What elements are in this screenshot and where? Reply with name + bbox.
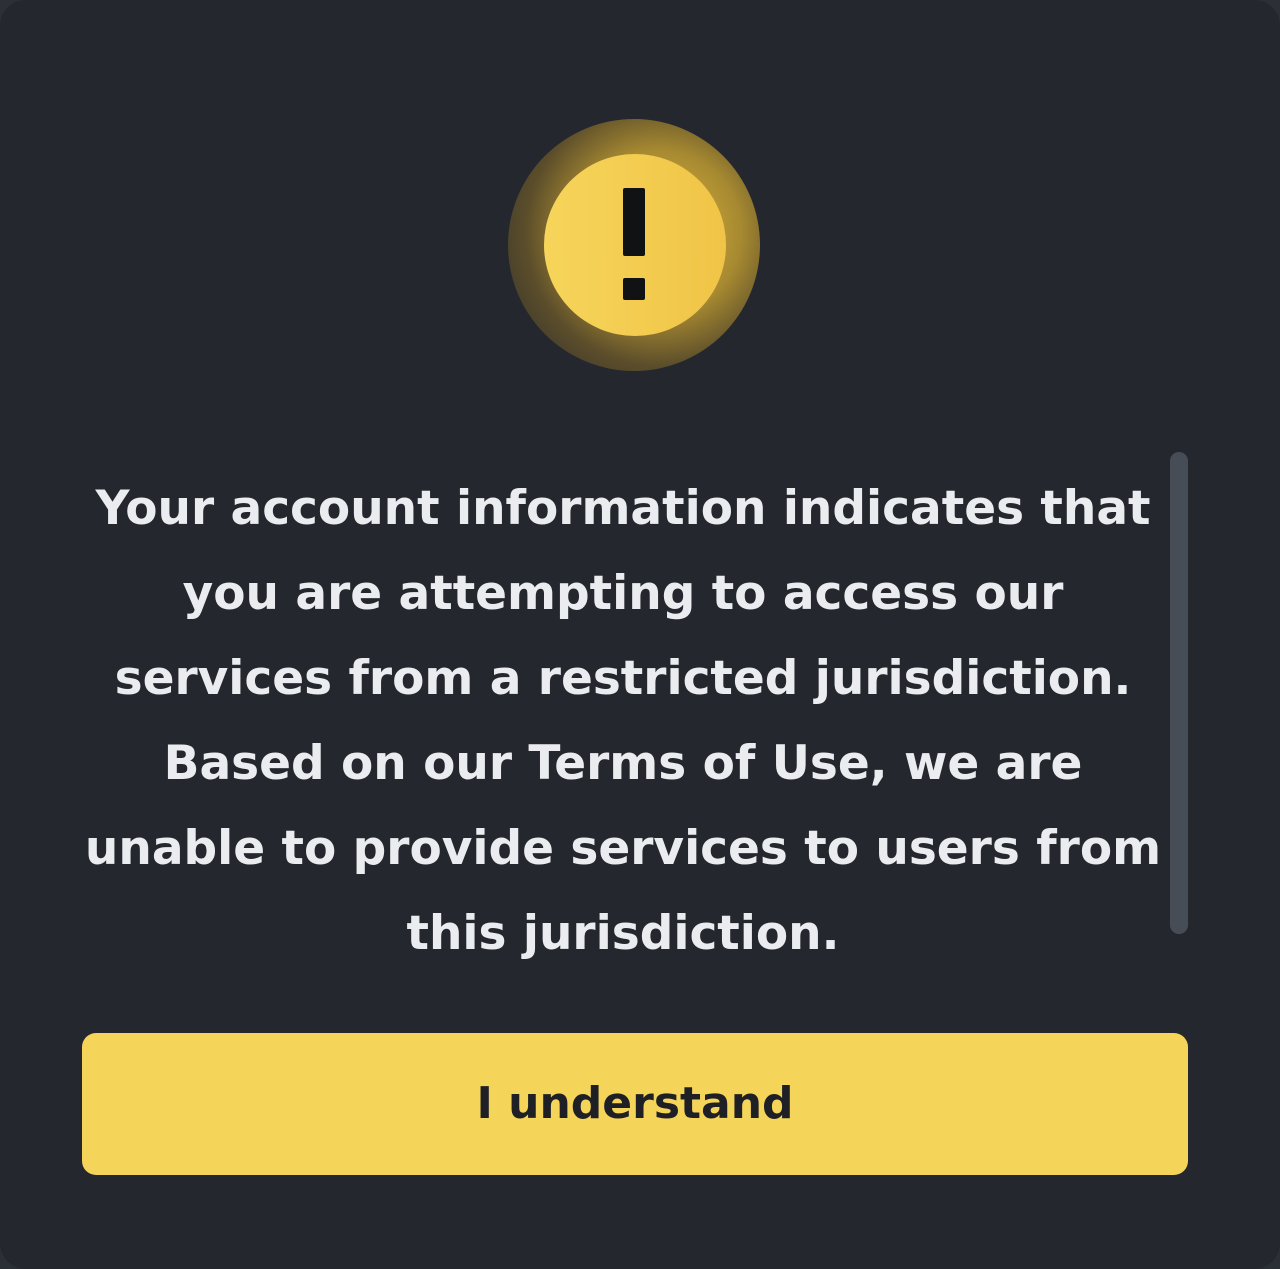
screen: Your account information indicates that … (0, 0, 1280, 1269)
message-scrollbar[interactable] (1170, 452, 1188, 934)
restricted-jurisdiction-modal: Your account information indicates that … (0, 0, 1280, 1269)
restriction-message: Your account information indicates that … (84, 481, 1162, 961)
i-understand-button[interactable]: I understand (82, 1033, 1188, 1175)
exclamation-mark-icon (623, 188, 645, 300)
message-scroll-area[interactable]: Your account information indicates that … (80, 452, 1190, 961)
exclamation-dot (623, 278, 645, 300)
exclamation-bar (623, 188, 645, 256)
